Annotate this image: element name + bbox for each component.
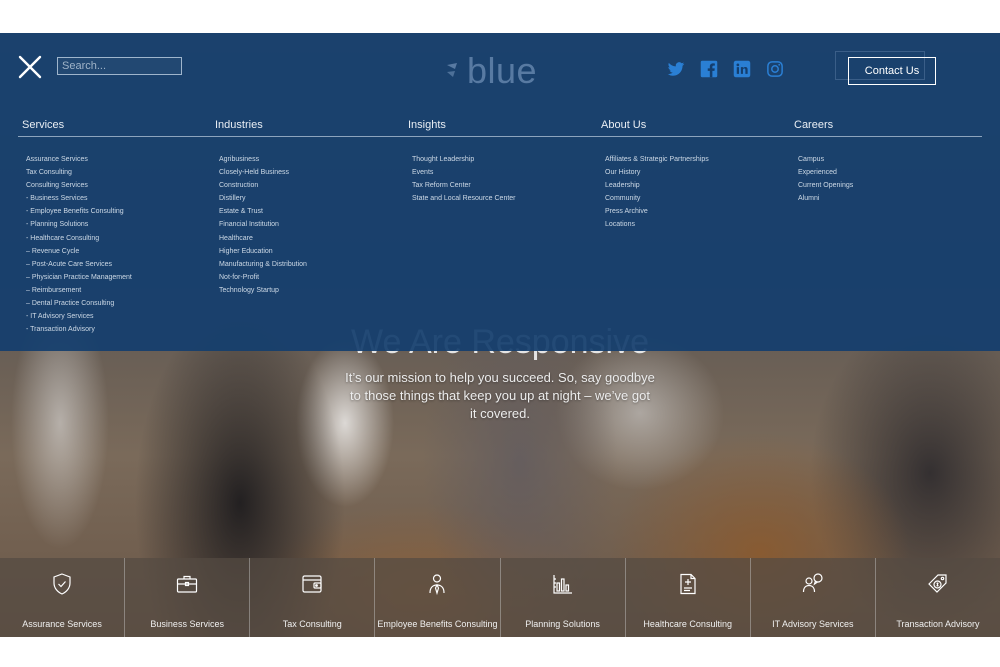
advisor-chat-icon [802, 573, 823, 593]
menu-link[interactable]: Estate & Trust [219, 205, 395, 218]
menu-link[interactable]: State and Local Resource Center [412, 192, 588, 205]
menu-link[interactable]: Locations [605, 218, 781, 231]
logo-mark-icon [447, 63, 457, 77]
menu-link[interactable]: Press Archive [605, 205, 781, 218]
menu-link[interactable]: Thought Leadership [412, 153, 588, 166]
menu-column-industries: Industries Agribusiness Closely-Held Bus… [215, 119, 395, 297]
menu-link[interactable]: – Physician Practice Management [26, 271, 202, 284]
facebook-icon[interactable] [700, 60, 718, 78]
menu-link[interactable]: Our History [605, 166, 781, 179]
contact-us-button[interactable]: Contact Us [848, 57, 936, 85]
tile-label: Tax Consulting [282, 619, 342, 629]
tile-label: Employee Benefits Consulting [377, 619, 498, 629]
menu-link[interactable]: Tax Reform Center [412, 179, 588, 192]
menu-column-title[interactable]: Industries [215, 119, 395, 137]
menu-link[interactable]: Not-for-Profit [219, 271, 395, 284]
menu-column-title[interactable]: About Us [601, 119, 781, 137]
menu-link[interactable]: Current Openings [798, 179, 974, 192]
menu-column-about-us: About Us Affiliates & Strategic Partners… [601, 119, 781, 232]
menu-link[interactable]: Campus [798, 153, 974, 166]
menu-link[interactable]: Technology Startup [219, 284, 395, 297]
tile-label: Assurance Services [22, 619, 102, 629]
twitter-icon[interactable] [667, 60, 685, 78]
menu-link[interactable]: Healthcare [219, 232, 395, 245]
close-icon[interactable] [18, 55, 42, 79]
tile-tax-consulting[interactable]: Tax Consulting [250, 558, 376, 637]
menu-link[interactable]: Manufacturing & Distribution [219, 258, 395, 271]
tile-planning-solutions[interactable]: Planning Solutions [500, 558, 626, 637]
menu-column-title[interactable]: Services [22, 119, 202, 137]
menu-list: Agribusiness Closely-Held Business Const… [215, 153, 395, 297]
logo[interactable]: blue [445, 50, 538, 91]
menu-link[interactable]: Financial Institution [219, 218, 395, 231]
menu-column-title[interactable]: Insights [408, 119, 588, 137]
menu-link[interactable]: Community [605, 192, 781, 205]
menu-link[interactable]: Experienced [798, 166, 974, 179]
hero-subtitle: It’s our mission to help you succeed. So… [345, 370, 655, 421]
menu-link[interactable]: Consulting Services [26, 179, 202, 192]
menu-column-insights: Insights Thought Leadership Events Tax R… [408, 119, 588, 205]
menu-link[interactable]: Events [412, 166, 588, 179]
menu-list: Campus Experienced Current Openings Alum… [794, 153, 974, 205]
menu-link[interactable]: - Healthcare Consulting [26, 232, 202, 245]
menu-link[interactable]: Assurance Services [26, 153, 202, 166]
tile-label: Planning Solutions [525, 619, 600, 629]
tile-transaction-advisory[interactable]: Transaction Advisory [875, 558, 1000, 637]
menu-link[interactable]: Agribusiness [219, 153, 395, 166]
search-input[interactable] [57, 57, 182, 75]
tile-label: IT Advisory Services [772, 619, 854, 629]
tile-label: Healthcare Consulting [643, 619, 732, 629]
bar-chart-icon [552, 575, 572, 594]
tile-label: Transaction Advisory [896, 619, 980, 629]
menu-link[interactable]: Higher Education [219, 245, 395, 258]
instagram-icon[interactable] [766, 60, 784, 78]
menu-link[interactable]: – Post-Acute Care Services [26, 258, 202, 271]
social-links [667, 60, 784, 78]
menu-link[interactable]: – Revenue Cycle [26, 245, 202, 258]
service-tiles: Assurance Services Business Services Tax… [0, 558, 1000, 637]
menu-link[interactable]: - Employee Benefits Consulting [26, 205, 202, 218]
menu-link[interactable]: - Transaction Advisory [26, 323, 202, 336]
menu-link[interactable]: Affiliates & Strategic Partnerships [605, 153, 781, 166]
menu-link[interactable]: – Dental Practice Consulting [26, 297, 202, 310]
menu-link[interactable]: - IT Advisory Services [26, 310, 202, 323]
menu-column-services: Services Assurance Services Tax Consulti… [22, 119, 202, 336]
briefcase-icon [177, 575, 198, 593]
tile-label: Business Services [150, 619, 224, 629]
hero-background: We Are Responsive It’s our mission to he… [0, 33, 1000, 637]
tile-assurance-services[interactable]: Assurance Services [0, 558, 126, 637]
wallet-icon [302, 575, 322, 593]
menu-column-title[interactable]: Careers [794, 119, 974, 137]
medical-document-icon [680, 573, 696, 595]
tile-it-advisory-services[interactable]: IT Advisory Services [750, 558, 876, 637]
menu-list: Affiliates & Strategic Partnerships Our … [601, 153, 781, 232]
menu-link[interactable]: Distillery [219, 192, 395, 205]
menu-link[interactable]: Leadership [605, 179, 781, 192]
person-icon [429, 574, 446, 596]
mega-menu: blue Contact Us [0, 33, 1000, 351]
menu-column-careers: Careers Campus Experienced Current Openi… [794, 119, 974, 205]
menu-link[interactable]: – Reimbursement [26, 284, 202, 297]
shield-check-icon [53, 573, 71, 595]
menu-link[interactable]: - Business Services [26, 192, 202, 205]
menu-link[interactable]: Closely-Held Business [219, 166, 395, 179]
tile-business-services[interactable]: Business Services [125, 558, 251, 637]
linkedin-icon[interactable] [733, 60, 751, 78]
menu-link[interactable]: Alumni [798, 192, 974, 205]
menu-list: Assurance Services Tax Consulting Consul… [22, 153, 202, 336]
tile-employee-benefits-consulting[interactable]: Employee Benefits Consulting [375, 558, 501, 637]
menu-link[interactable]: Construction [219, 179, 395, 192]
menu-list: Thought Leadership Events Tax Reform Cen… [408, 153, 588, 205]
menu-link[interactable]: Tax Consulting [26, 166, 202, 179]
price-tag-icon [928, 574, 947, 593]
menu-columns: Services Assurance Services Tax Consulti… [18, 119, 982, 339]
tile-healthcare-consulting[interactable]: Healthcare Consulting [625, 558, 751, 637]
logo-text: blue [467, 50, 538, 91]
menu-link[interactable]: - Planning Solutions [26, 218, 202, 231]
